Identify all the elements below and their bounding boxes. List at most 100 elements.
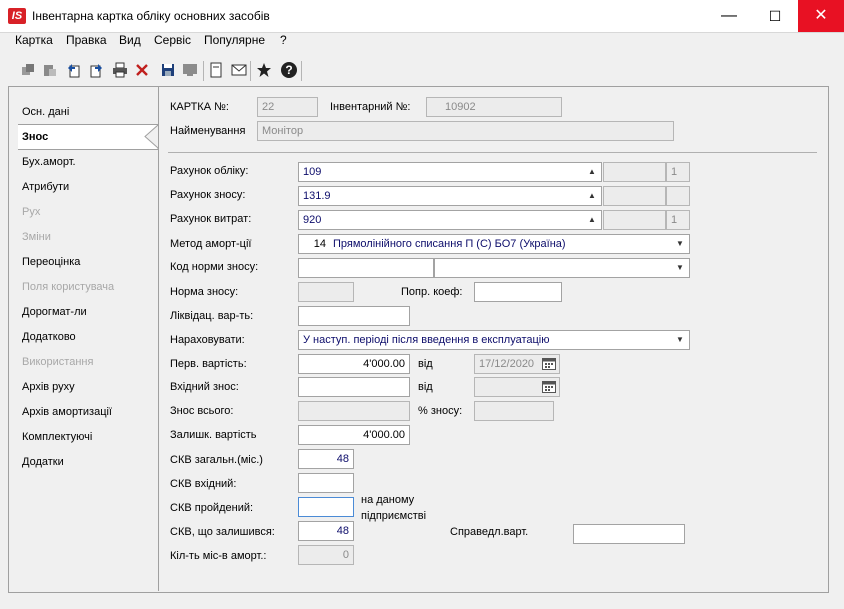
initial-cost-field[interactable]: 4'000.00	[298, 354, 410, 374]
skv-incoming-label: СКВ вхідний:	[170, 478, 237, 490]
skv-passed-label: СКВ пройдений:	[170, 502, 254, 514]
wear-percent-field	[474, 401, 554, 421]
app-logo: IS	[8, 8, 26, 24]
accrue-select[interactable]: У наступ. періоді після введення в експл…	[298, 330, 690, 350]
calendar-icon[interactable]	[542, 357, 556, 373]
toolbar-separator	[301, 61, 302, 81]
sidebar-divider	[158, 86, 159, 591]
sidebar-item-attachments[interactable]: Додатки	[22, 456, 64, 468]
norm-code-dropdown-icon[interactable]: ▼	[676, 263, 684, 272]
monitor-icon[interactable]	[180, 60, 200, 80]
skv-incoming-field[interactable]	[298, 473, 354, 493]
sidebar-item-wear[interactable]: Знос	[22, 131, 48, 143]
norm-code-field[interactable]	[298, 258, 434, 278]
sidebar-item-changes: Зміни	[22, 231, 51, 243]
help-icon[interactable]: ?	[279, 60, 299, 80]
menu-populiarne[interactable]: Популярне	[204, 33, 265, 47]
doc-icon[interactable]	[206, 60, 226, 80]
account-extra-number: 1	[666, 162, 690, 182]
sidebar-item-movement: Рух	[22, 206, 41, 218]
toolbar-separator	[203, 61, 204, 81]
account-field[interactable]: 109	[298, 162, 602, 182]
wear-account-extra-field	[603, 186, 666, 206]
skv-total-field[interactable]: 48	[298, 449, 354, 469]
norm-field	[298, 282, 354, 302]
amortization-method-name: Прямолінійного списання П (С) БО7 (Украї…	[333, 238, 566, 250]
title-bar: IS Інвентарна картка обліку основних зас…	[0, 0, 844, 33]
residual-cost-field[interactable]: 4'000.00	[298, 425, 410, 445]
norm-code-name-select[interactable]	[434, 258, 690, 278]
menu-help[interactable]: ?	[280, 33, 287, 47]
accrue-label: Нараховувати:	[170, 334, 245, 346]
inventory-number-field: 10902	[426, 97, 562, 117]
account-extra-field	[603, 162, 666, 182]
calendar-icon[interactable]	[542, 380, 556, 396]
menu-bar: Картка Правка Вид Сервіс Популярне ?	[0, 32, 844, 52]
sidebar-item-attributes[interactable]: Атрибути	[22, 181, 69, 193]
skv-left-field[interactable]: 48	[298, 521, 354, 541]
undo-icon[interactable]	[64, 60, 84, 80]
total-wear-field	[298, 401, 410, 421]
minimize-button[interactable]: —	[706, 0, 752, 32]
copy-icon[interactable]	[18, 60, 38, 80]
expense-account-field[interactable]: 920	[298, 210, 602, 230]
wear-account-label: Рахунок зносу:	[170, 189, 246, 201]
fair-value-field[interactable]	[573, 524, 685, 544]
maximize-button[interactable]: ☐	[752, 0, 798, 32]
sidebar-item-additional[interactable]: Додатково	[22, 331, 76, 343]
months-count-label: Кіл-ть міс-в аморт.:	[170, 550, 267, 562]
wear-account-field[interactable]: 131.9	[298, 186, 602, 206]
expense-account-label: Рахунок витрат:	[170, 213, 252, 225]
menu-vyd[interactable]: Вид	[119, 33, 141, 47]
account-up-arrow-icon[interactable]: ▲	[588, 167, 596, 176]
initial-date-from-label: від	[418, 358, 433, 370]
coefficient-label: Попр. коеф:	[401, 286, 463, 298]
mail-icon[interactable]	[229, 60, 249, 80]
liquidation-value-field[interactable]	[298, 306, 410, 326]
inventory-number-label: Інвентарний №:	[330, 101, 411, 113]
star-icon[interactable]	[254, 60, 274, 80]
account-label: Рахунок обліку:	[170, 165, 249, 177]
amortization-method-dropdown-icon[interactable]: ▼	[676, 239, 684, 248]
wear-account-up-arrow-icon[interactable]: ▲	[588, 191, 596, 200]
sidebar-item-accounting-amort[interactable]: Бух.аморт.	[22, 156, 76, 168]
expense-account-extra-number: 1	[666, 210, 690, 230]
sidebar-item-movement-archive[interactable]: Архів руху	[22, 381, 75, 393]
card-number-field: 22	[257, 97, 318, 117]
sidebar-item-components[interactable]: Комплектуючі	[22, 431, 92, 443]
menu-pravka[interactable]: Правка	[66, 33, 107, 47]
paste-icon[interactable]	[40, 60, 60, 80]
initial-cost-label: Перв. вартість:	[170, 358, 247, 370]
accrue-dropdown-icon[interactable]: ▼	[676, 335, 684, 344]
menu-kartka[interactable]: Картка	[15, 33, 53, 47]
skv-passed-field[interactable]	[298, 497, 354, 517]
redo-icon[interactable]	[86, 60, 106, 80]
fair-value-label: Справедл.варт.	[450, 526, 529, 538]
close-button[interactable]: ✕	[798, 0, 844, 32]
delete-icon[interactable]	[132, 60, 152, 80]
section-divider	[168, 152, 817, 153]
months-count-field: 0	[298, 545, 354, 565]
norm-label: Норма зносу:	[170, 286, 239, 298]
name-field: Монітор	[257, 121, 674, 141]
amortization-method-label: Метод аморт-ції	[170, 238, 252, 250]
sidebar-item-amortization-archive[interactable]: Архів амортизації	[22, 406, 112, 418]
card-number-label: КАРТКА №:	[170, 101, 229, 113]
wear-account-extra-number	[666, 186, 690, 206]
incoming-wear-from-label: від	[418, 381, 433, 393]
incoming-wear-field[interactable]	[298, 377, 410, 397]
print-icon[interactable]	[110, 60, 130, 80]
menu-servis[interactable]: Сервіс	[154, 33, 191, 47]
sidebar-item-user-fields: Поля користувача	[22, 281, 115, 293]
toolbar: ?	[0, 56, 844, 84]
coefficient-field[interactable]	[474, 282, 562, 302]
sidebar-item-revaluation[interactable]: Переоцінка	[22, 256, 80, 268]
sidebar-item-precious-metals[interactable]: Дорогмат-ли	[22, 306, 87, 318]
expense-account-up-arrow-icon[interactable]: ▲	[588, 215, 596, 224]
sidebar-item-main-data[interactable]: Осн. дані	[22, 106, 69, 118]
name-label: Найменування	[170, 125, 246, 137]
wear-percent-label: % зносу:	[418, 405, 463, 417]
save-icon[interactable]	[158, 60, 178, 80]
liquidation-value-label: Ліквідац. вар-ть:	[170, 310, 254, 322]
residual-cost-label: Залишк. вартість	[170, 429, 257, 441]
